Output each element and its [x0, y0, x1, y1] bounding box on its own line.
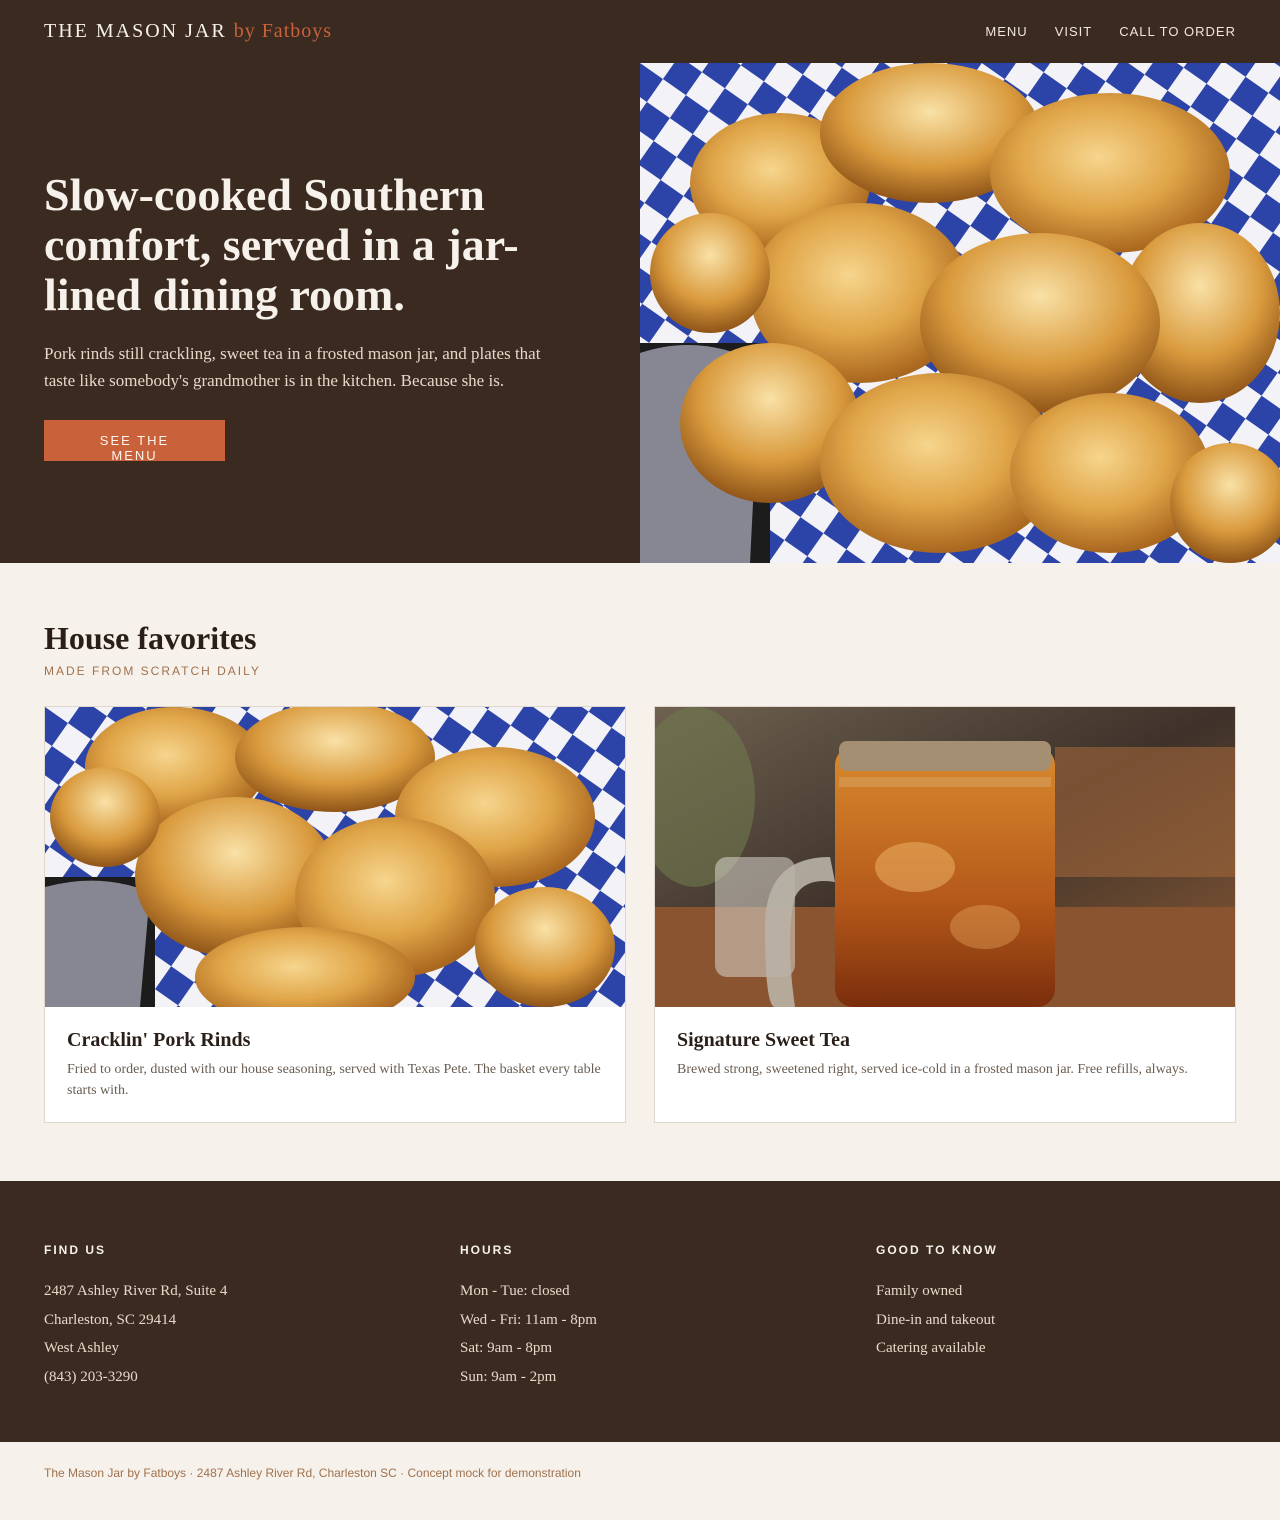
hero-section: Slow-cooked Southern comfort, served in …: [0, 63, 1280, 563]
fact-line: Catering available: [876, 1340, 986, 1356]
card-title: Cracklin' Pork Rinds: [67, 1029, 251, 1051]
find-us-column: FIND US 2487 Ashley River Rd, Suite 4 Ch…: [44, 1243, 227, 1391]
main-nav: MENU VISIT CALL TO ORDER: [985, 24, 1236, 39]
good-to-know-column: GOOD TO KNOW Family owned Dine-in and ta…: [876, 1243, 998, 1363]
favorites-subtitle: MADE FROM SCRATCH DAILY: [44, 664, 261, 678]
info-section: FIND US 2487 Ashley River Rd, Suite 4 Ch…: [0, 1181, 1280, 1442]
hours-line: Mon - Tue: closed: [460, 1283, 570, 1299]
fact-line: Dine-in and takeout: [876, 1311, 996, 1328]
brand-byline: by Fatboys: [233, 20, 333, 42]
phone-link[interactable]: (843) 203-3290: [44, 1363, 227, 1392]
card-pork-rinds[interactable]: Cracklin' Pork Rinds Fried to order, dus…: [44, 706, 626, 1123]
hero-subtitle: Pork rinds still crackling, sweet tea in…: [44, 344, 541, 390]
hours-line: Wed - Fri: 11am - 8pm: [460, 1311, 597, 1328]
favorites-title: House favorites: [44, 620, 257, 656]
hero-copy: Slow-cooked Southern comfort, served in …: [44, 170, 564, 465]
hero-pork-rinds-image: [640, 63, 1280, 563]
hero-title: Slow-cooked Southern comfort, served in …: [44, 169, 519, 320]
card-title: Signature Sweet Tea: [677, 1029, 850, 1051]
find-us-heading: FIND US: [44, 1243, 106, 1257]
hours-column: HOURS Mon - Tue: closed Wed - Fri: 11am …: [460, 1243, 597, 1391]
hours-heading: HOURS: [460, 1243, 514, 1257]
city-line: Charleston, SC 29414: [44, 1311, 177, 1328]
site-header: THE MASON JAR by Fatboys MENU VISIT CALL…: [0, 0, 1280, 63]
nav-call-to-order[interactable]: CALL TO ORDER: [1119, 24, 1236, 39]
nav-menu[interactable]: MENU: [985, 24, 1027, 39]
fact-line: Family owned: [876, 1283, 963, 1299]
card-sweet-tea[interactable]: Signature Sweet Tea Brewed strong, sweet…: [654, 706, 1236, 1123]
address-line: 2487 Ashley River Rd, Suite 4: [44, 1283, 228, 1299]
nav-visit[interactable]: VISIT: [1055, 24, 1093, 39]
card-description: Fried to order, dusted with our house se…: [67, 1062, 601, 1098]
brand-name: THE MASON JAR: [44, 20, 227, 42]
card-description: Brewed strong, sweetened right, served i…: [677, 1062, 1188, 1077]
sweet-tea-image: [655, 707, 1235, 1007]
area-line: West Ashley: [44, 1340, 120, 1356]
hours-line: Sun: 9am - 2pm: [460, 1368, 557, 1385]
site-footer: The Mason Jar by Fatboys · 2487 Ashley R…: [44, 1466, 581, 1480]
see-menu-button[interactable]: SEE THE MENU: [44, 420, 225, 463]
good-to-know-heading: GOOD TO KNOW: [876, 1243, 998, 1257]
hours-line: Sat: 9am - 8pm: [460, 1340, 553, 1356]
pork-rinds-image: [45, 707, 625, 1007]
brand-logo[interactable]: THE MASON JAR by Fatboys: [44, 20, 332, 43]
